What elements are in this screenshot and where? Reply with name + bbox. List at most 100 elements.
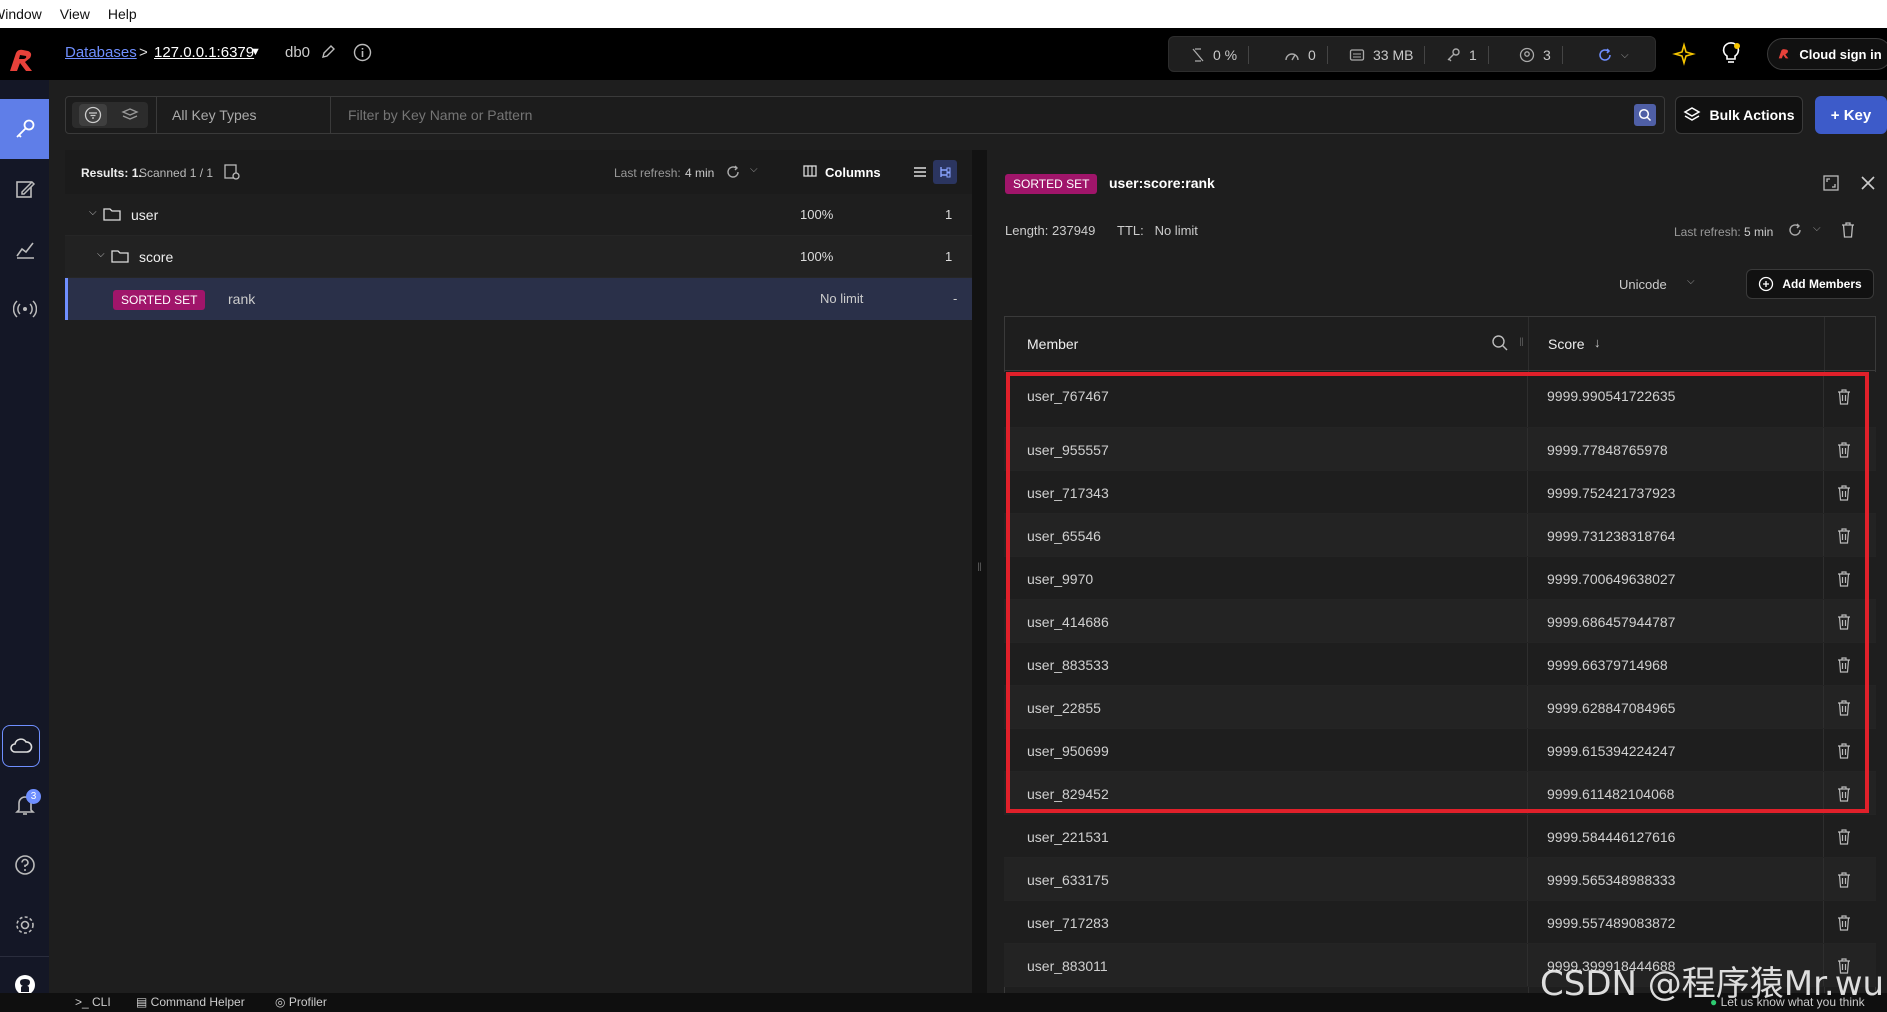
chevron-down-icon[interactable]: ⌵ (1687, 276, 1695, 287)
column-resize-handle[interactable]: ‖ (1519, 335, 1524, 349)
tree-folder-score[interactable]: ⌵ score 100% 1 (65, 236, 972, 278)
key-type-select[interactable]: All Key Types (172, 107, 257, 123)
bulk-actions-button[interactable]: Bulk Actions (1675, 96, 1803, 134)
scan-more-icon[interactable] (223, 163, 241, 181)
info-icon[interactable] (353, 43, 372, 62)
redis-logo-icon (1779, 49, 1789, 59)
member-cell: user_414686 (1027, 613, 1109, 630)
table-row[interactable]: user_633175 9999.565348988333 (1004, 858, 1876, 901)
breadcrumb-host[interactable]: 127.0.0.1:6379 (154, 44, 254, 61)
profiler-button[interactable]: ◎ Profiler (275, 995, 327, 1009)
column-score-header[interactable]: Score (1548, 336, 1585, 352)
nav-pubsub[interactable] (0, 279, 49, 339)
chevron-down-icon[interactable]: ⌵ (1621, 50, 1629, 61)
delete-member-icon[interactable] (1836, 772, 1852, 815)
list-view-button[interactable] (910, 162, 930, 182)
table-row[interactable]: user_65546 9999.731238318764 (1004, 514, 1876, 557)
table-row[interactable]: user_9970 9999.700649638027 (1004, 557, 1876, 600)
delete-member-icon[interactable] (1836, 643, 1852, 686)
layers-icon (121, 108, 139, 120)
delete-member-icon[interactable] (1836, 686, 1852, 729)
command-helper-button[interactable]: ▤ Command Helper (136, 995, 245, 1009)
close-icon[interactable] (1859, 174, 1877, 192)
columns-icon[interactable] (803, 164, 817, 178)
table-row[interactable]: user_955557 9999.77848765978 (1004, 428, 1876, 471)
search-icon[interactable] (1491, 334, 1509, 352)
encoding-select[interactable]: Unicode (1619, 277, 1667, 292)
column-member-header[interactable]: Member (1027, 336, 1078, 352)
score-cell: 9999.77848765978 (1547, 441, 1668, 458)
delete-member-icon[interactable] (1836, 428, 1852, 471)
chevron-down-icon[interactable]: ⌵ (1813, 223, 1821, 234)
delete-key-icon[interactable] (1840, 221, 1856, 239)
lightbulb-icon[interactable] (1719, 40, 1743, 66)
table-row[interactable]: user_767467 9999.990541722635 (1004, 372, 1876, 428)
delete-member-icon[interactable] (1836, 729, 1852, 772)
breadcrumb-databases[interactable]: Databases (65, 44, 137, 61)
last-refresh-label: Last refresh: (614, 166, 681, 180)
menu-help[interactable]: Help (99, 6, 146, 22)
key-icon (1447, 48, 1460, 62)
nav-workbench[interactable] (0, 159, 49, 219)
pencil-icon[interactable] (320, 44, 336, 60)
add-members-button[interactable]: Add Members (1746, 269, 1874, 299)
table-row[interactable]: user_22855 9999.628847084965 (1004, 686, 1876, 729)
delete-member-icon[interactable] (1836, 901, 1852, 944)
search-button[interactable] (1634, 104, 1656, 126)
search-mode-button[interactable] (116, 104, 144, 126)
key-filter-input[interactable] (336, 101, 1636, 129)
table-row[interactable]: user_883533 9999.66379714968 (1004, 643, 1876, 686)
tree-key-rank[interactable]: SORTED SET rank No limit - (65, 278, 972, 320)
table-row[interactable]: user_221531 9999.584446127616 (1004, 815, 1876, 858)
chevron-down-icon[interactable]: ⌵ (750, 164, 758, 175)
menu-window[interactable]: Window (0, 6, 51, 22)
details-key-name[interactable]: user:score:rank (1109, 175, 1215, 191)
fullscreen-icon[interactable] (1822, 174, 1840, 192)
nav-settings[interactable] (0, 895, 49, 955)
table-row[interactable]: user_829452 9999.611482104068 (1004, 772, 1876, 815)
score-cell: 9999.990541722635 (1547, 388, 1676, 404)
add-key-button[interactable]: + Key (1815, 96, 1887, 134)
tree-folder-user[interactable]: ⌵ user 100% 1 (65, 194, 972, 236)
table-row[interactable]: user_414686 9999.686457944787 (1004, 600, 1876, 643)
cloud-icon (10, 738, 33, 753)
cli-button[interactable]: >_ CLI (75, 995, 111, 1009)
nav-browser[interactable] (0, 99, 49, 159)
chevron-down-icon[interactable]: ⌵ (89, 207, 97, 218)
delete-member-icon[interactable] (1836, 858, 1852, 901)
filter-mode-button[interactable] (79, 104, 107, 126)
stat-clients: 3 (1519, 37, 1563, 73)
tree-view-button[interactable] (933, 160, 957, 184)
details-refresh-label: Last refresh: (1674, 225, 1741, 239)
pane-resizer[interactable]: ‖ (972, 150, 987, 993)
delete-member-icon[interactable] (1836, 557, 1852, 600)
nav-analysis[interactable] (0, 219, 49, 279)
delete-member-icon[interactable] (1836, 372, 1852, 415)
refresh-icon[interactable] (1787, 222, 1803, 238)
folder-count: 1 (945, 249, 953, 264)
menu-view[interactable]: View (51, 6, 99, 22)
nav-cloud[interactable] (2, 725, 40, 767)
member-cell: user_717283 (1027, 914, 1109, 931)
nav-help[interactable] (0, 835, 49, 895)
table-row[interactable]: user_950699 9999.615394224247 (1004, 729, 1876, 772)
chevron-down-icon[interactable]: ⌵ (97, 249, 105, 260)
sparkle-icon[interactable] (1672, 42, 1696, 66)
delete-member-icon[interactable] (1836, 600, 1852, 643)
delete-member-icon[interactable] (1836, 815, 1852, 858)
refresh-stats-button[interactable]: ⌵ (1597, 37, 1629, 73)
delete-member-icon[interactable] (1836, 471, 1852, 514)
chevron-down-icon[interactable]: ▼ (250, 46, 261, 58)
details-type-badge: SORTED SET (1005, 174, 1098, 194)
refresh-icon[interactable] (725, 164, 741, 180)
sort-desc-icon[interactable]: ↓ (1594, 335, 1601, 350)
user-icon (1519, 47, 1535, 63)
columns-button[interactable]: Columns (825, 165, 881, 180)
table-row[interactable]: user_717343 9999.752421737923 (1004, 471, 1876, 514)
stat-cpu: 0 % (1191, 37, 1250, 73)
table-row[interactable]: user_717283 9999.557489083872 (1004, 901, 1876, 944)
key-icon (15, 119, 34, 138)
cloud-signin-button[interactable]: Cloud sign in (1767, 38, 1887, 70)
nav-notifications[interactable]: 3 (0, 775, 49, 835)
delete-member-icon[interactable] (1836, 514, 1852, 557)
